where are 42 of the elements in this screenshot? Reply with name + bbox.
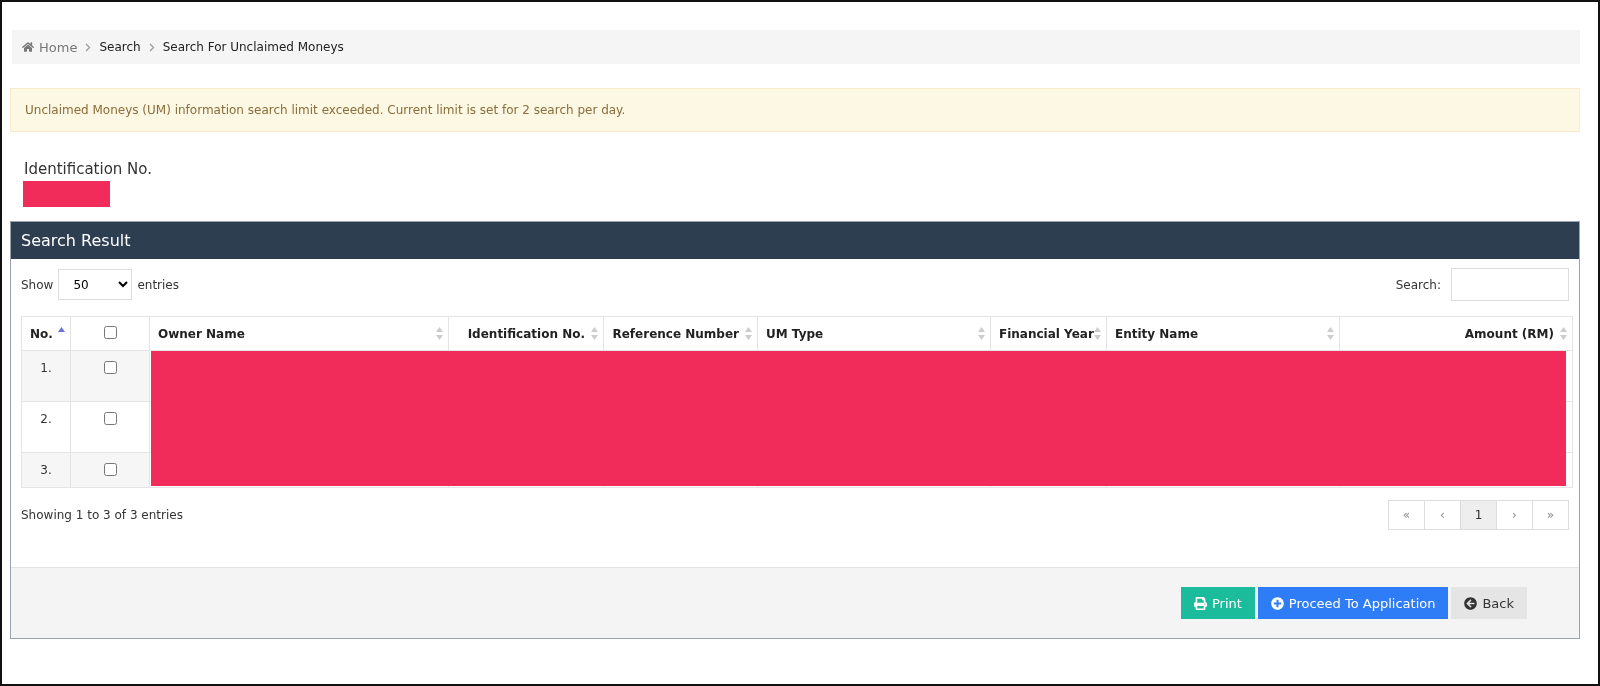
home-link[interactable]: Home	[22, 39, 78, 55]
row-number: 2.	[40, 412, 52, 426]
entries-label: entries	[137, 277, 179, 292]
pagination-button[interactable]: «	[1388, 500, 1425, 530]
sort-icon[interactable]	[591, 327, 598, 340]
row-number: 1.	[40, 361, 52, 375]
pagination-button[interactable]: ›	[1496, 500, 1533, 530]
pagination-button[interactable]: ‹	[1424, 500, 1461, 530]
row-checkbox[interactable]	[103, 412, 117, 425]
search-label: Search:	[1395, 277, 1441, 292]
panel-title: Search Result	[11, 222, 1579, 259]
sort-icon[interactable]	[745, 327, 752, 340]
sort-icon[interactable]	[1560, 327, 1567, 340]
warning-alert: Unclaimed Moneys (UM) information search limit exceeded. Current limit is set for 2 search per day.	[10, 88, 1580, 132]
chevron-right-icon	[85, 42, 92, 52]
field-label: Identification No.	[24, 160, 154, 178]
entries-select[interactable]: 50	[58, 269, 133, 300]
row-checkbox[interactable]	[103, 463, 117, 476]
pagination-button[interactable]: 1	[1460, 500, 1497, 530]
sort-icon[interactable]	[1094, 327, 1101, 340]
pagination-button[interactable]: »	[1532, 500, 1569, 530]
column-header[interactable]: UM Type	[766, 326, 824, 341]
sort-icon[interactable]	[1327, 327, 1334, 340]
home-icon	[22, 41, 34, 53]
back-button[interactable]: Back	[1451, 587, 1527, 619]
search-field[interactable]	[1451, 268, 1569, 301]
column-header[interactable]: Entity Name	[1115, 326, 1199, 341]
column-header[interactable]: Amount (RM)	[1464, 326, 1564, 341]
printer-icon	[1193, 596, 1207, 610]
chevron-right-icon	[148, 42, 155, 52]
row-number: 3.	[40, 463, 52, 477]
entries-info: Showing 1 to 3 of 3 entries	[21, 508, 183, 522]
show-label: Show	[21, 277, 54, 292]
breadcrumb-link[interactable]: Search	[99, 40, 141, 54]
column-header[interactable]: No.	[30, 326, 53, 341]
row-checkbox[interactable]	[103, 361, 117, 374]
select-all-checkbox[interactable]	[103, 325, 117, 339]
sort-icon[interactable]	[978, 327, 985, 340]
column-header[interactable]: Owner Name	[158, 326, 245, 341]
proceed-button[interactable]: Proceed To Application	[1257, 587, 1449, 619]
breadcrumb-link[interactable]: Search For Unclaimed Moneys	[162, 40, 344, 54]
sort-icon[interactable]	[436, 327, 443, 340]
